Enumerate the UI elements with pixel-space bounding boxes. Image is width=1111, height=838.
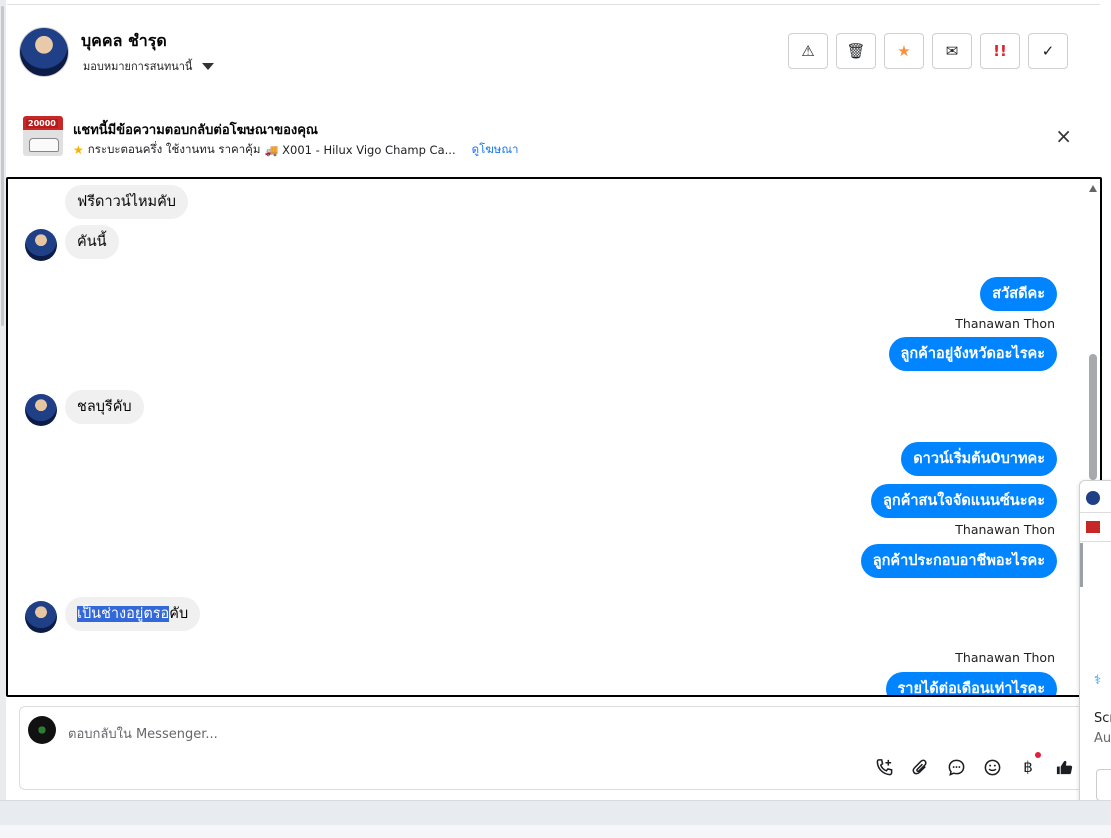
paperclip-icon[interactable] bbox=[909, 756, 931, 778]
outgoing-message: ดาวน์เริ่มต้น0บาทคะ bbox=[901, 442, 1057, 476]
floating-side-panel[interactable]: ⚕ Scr Au bbox=[1079, 480, 1111, 817]
check-icon: ✓ bbox=[1041, 42, 1055, 60]
divider bbox=[1080, 541, 1111, 542]
contact-name[interactable]: บุคคล ชำรุด bbox=[81, 29, 167, 54]
stethoscope-icon: ⚕ bbox=[1094, 673, 1102, 688]
caret-down-icon bbox=[202, 62, 215, 70]
view-ad-link[interactable]: ดูโฆษณา bbox=[472, 141, 519, 159]
delete-button[interactable]: 🗑 bbox=[836, 33, 876, 69]
warning-icon: ⚠ bbox=[801, 42, 815, 60]
message-thread[interactable]: ฟรีดาวน์ไหมคับ คันนี้ สวัสดีคะ Thanawan … bbox=[6, 177, 1102, 697]
incoming-message: คันนี้ bbox=[65, 225, 119, 259]
sender-name: Thanawan Thon bbox=[955, 316, 1055, 331]
divider bbox=[1080, 512, 1111, 513]
trash-icon: 🗑 bbox=[846, 42, 866, 60]
assign-conversation-dropdown[interactable]: มอบหมายการสนทนานี้ bbox=[83, 57, 215, 75]
ad-thumb-small[interactable] bbox=[1086, 521, 1100, 533]
composer-actions: ฿ bbox=[873, 752, 1075, 778]
double-exclamation-icon: !! bbox=[993, 42, 1007, 60]
outgoing-message: ลูกค้าสนใจจัดแนนซ์นะคะ bbox=[871, 484, 1057, 518]
chat-avatar-thumb[interactable] bbox=[1086, 491, 1100, 505]
message-text: คับ bbox=[169, 606, 189, 622]
add-call-icon[interactable] bbox=[873, 756, 895, 778]
ad-thumb-badge: 20000 bbox=[26, 119, 58, 128]
conversation-toolbar: ⚠ 🗑 ★ ✉ !! ✓ bbox=[788, 33, 1068, 69]
scroll-up-arrow-icon[interactable] bbox=[1089, 185, 1097, 192]
selected-text: เป็นช่างอยู่ตรอ bbox=[77, 606, 170, 622]
outgoing-message: ลูกค้าประกอบอาชีพอะไรคะ bbox=[860, 544, 1057, 578]
emoji-icon[interactable] bbox=[981, 756, 1003, 778]
mark-urgent-button[interactable]: !! bbox=[980, 33, 1020, 69]
panel-button[interactable] bbox=[1096, 769, 1111, 801]
ad-reply-banner: 20000 แชทนี้มีข้อความตอบกลับต่อโฆษณาของค… bbox=[7, 98, 1100, 176]
left-scroll-thumb[interactable] bbox=[1, 6, 4, 326]
panel-scroll-indicator bbox=[1080, 543, 1083, 587]
mark-unread-button[interactable]: ✉ bbox=[932, 33, 972, 69]
report-spam-button[interactable]: ⚠ bbox=[788, 33, 828, 69]
outgoing-message: ลูกค้าอยู่จังหวัดอะไรคะ bbox=[888, 337, 1057, 371]
star-icon: ★ bbox=[897, 42, 911, 60]
reply-input[interactable]: ตอบกลับใน Messenger... bbox=[68, 723, 218, 744]
contact-avatar[interactable] bbox=[19, 27, 69, 77]
reply-composer: ตอบกลับใน Messenger... ฿ bbox=[19, 706, 1096, 790]
truck-emoji-icon: 🚚 bbox=[264, 143, 279, 157]
ad-banner-title: แชทนี้มีข้อความตอบกลับต่อโฆษณาของคุณ bbox=[73, 123, 318, 138]
incoming-message: ฟรีดาวน์ไหมคับ bbox=[65, 185, 188, 219]
sender-name: Thanawan Thon bbox=[955, 522, 1055, 537]
incoming-message: เป็นช่างอยู่ตรอคับ bbox=[65, 597, 201, 631]
thumbs-up-icon[interactable] bbox=[1053, 756, 1075, 778]
close-icon[interactable]: × bbox=[1055, 126, 1072, 146]
star-button[interactable]: ★ bbox=[884, 33, 924, 69]
contact-avatar-small[interactable] bbox=[25, 601, 57, 633]
envelope-open-icon: ✉ bbox=[945, 42, 959, 60]
page-avatar bbox=[28, 716, 56, 744]
panel-text: Scr bbox=[1094, 711, 1111, 726]
thread-scroll-thumb[interactable] bbox=[1089, 354, 1097, 480]
sender-name: Thanawan Thon bbox=[955, 650, 1055, 665]
chat-bubble-icon[interactable] bbox=[945, 756, 967, 778]
contact-avatar-small[interactable] bbox=[25, 394, 57, 426]
ad-thumbnail[interactable]: 20000 bbox=[23, 116, 63, 156]
conversation-header: บุคคล ชำรุด มอบหมายการสนทนานี้ ⚠ 🗑 ★ ✉ !… bbox=[7, 4, 1100, 99]
star-emoji-icon: ★ bbox=[73, 143, 84, 157]
outgoing-message: สวัสดีคะ bbox=[980, 277, 1057, 311]
panel-subtext: Au bbox=[1094, 731, 1111, 746]
ad-subtitle-code: X001 - Hilux Vigo Champ Ca... bbox=[282, 143, 456, 157]
assign-label: มอบหมายการสนทนานี้ bbox=[83, 60, 193, 73]
outgoing-message: รายได้ต่อเดือนเท่าไรคะ bbox=[885, 672, 1057, 695]
status-strip bbox=[0, 825, 1111, 838]
baht-icon[interactable]: ฿ bbox=[1017, 752, 1041, 778]
incoming-message: ชลบุรีคับ bbox=[65, 390, 144, 424]
window-bottom-bar bbox=[0, 800, 1111, 838]
mark-done-button[interactable]: ✓ bbox=[1028, 33, 1068, 69]
ad-banner-subtitle: ★ กระบะตอนครึ่ง ใช้งานทน ราคาคุ้ม 🚚 X001… bbox=[73, 141, 519, 159]
contact-avatar-small[interactable] bbox=[25, 229, 57, 261]
ad-subtitle-text: กระบะตอนครึ่ง ใช้งานทน ราคาคุ้ม bbox=[87, 142, 261, 156]
car-image bbox=[29, 138, 59, 152]
